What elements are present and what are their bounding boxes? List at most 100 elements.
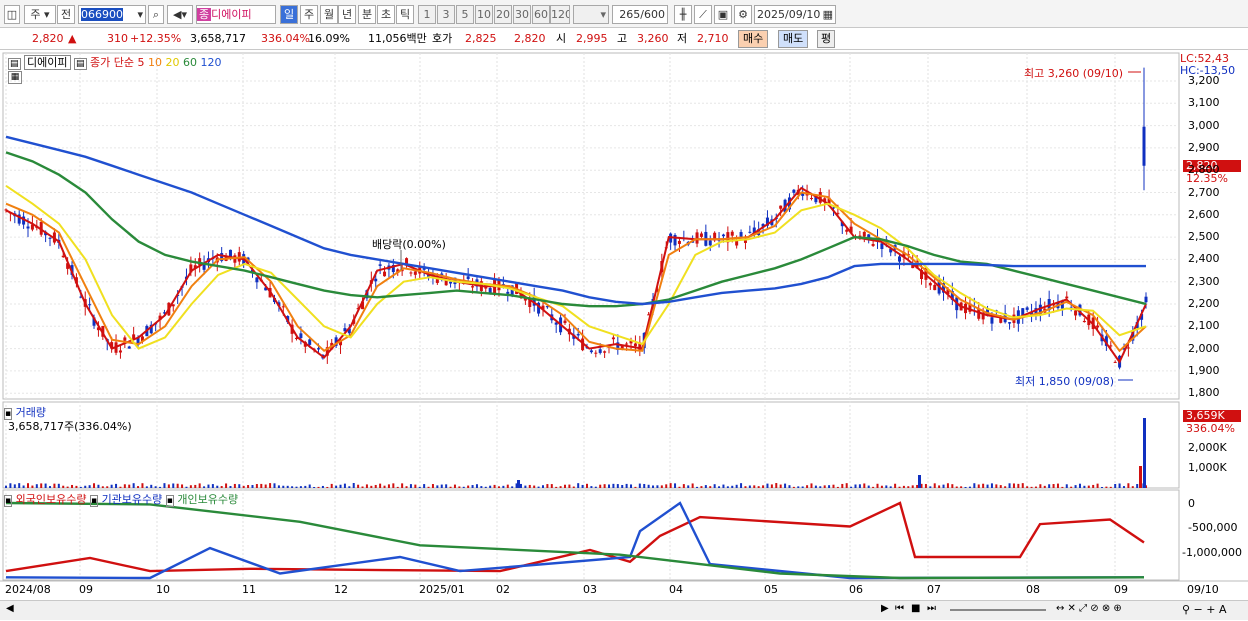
sound-icon[interactable]: ◀▾ [167, 5, 193, 24]
candle-body [726, 232, 730, 243]
volume-bar [211, 484, 214, 488]
candle-type-icon[interactable]: ╫ [674, 5, 692, 24]
interval-60-button[interactable]: 60 [532, 5, 550, 24]
tool-icons[interactable]: ↔ ✕ ⤢ ⊘ ⊗ ⊕ [1056, 603, 1122, 614]
volume-bar [880, 485, 883, 488]
panel-menu-icon[interactable]: ▪ [4, 495, 13, 507]
draw-line-icon[interactable]: ⟋ [694, 5, 712, 24]
interval-10-button[interactable]: 10 [475, 5, 493, 24]
volume-bar [1004, 486, 1007, 488]
candle-body [915, 260, 919, 269]
candle-body [1030, 311, 1034, 316]
y-tick-label: 2,500 [1188, 230, 1220, 244]
fast-forward-icon[interactable]: ⏭ [927, 603, 936, 614]
volume-bar [995, 484, 998, 488]
volume-bar [990, 483, 993, 488]
count-field[interactable]: 265/600 [612, 5, 668, 24]
volume-bar [669, 483, 672, 488]
prev-button[interactable]: 전 [57, 5, 75, 24]
interval-30-button[interactable]: 30 [513, 5, 531, 24]
candle-body [299, 333, 303, 339]
candle-body [83, 299, 87, 307]
date-field[interactable]: 2025/09/10 ▦ [754, 5, 836, 24]
volume-bar [119, 486, 122, 488]
period-tick-button[interactable]: 틱 [396, 5, 414, 24]
panel-menu-icon[interactable]: ▪ [165, 495, 174, 507]
market-select[interactable]: 주 ▾ [24, 5, 56, 24]
volume-bar [189, 485, 192, 488]
volume-bar [1078, 483, 1081, 488]
volume-spike [517, 480, 520, 488]
period-day-button[interactable]: 일 [280, 5, 298, 24]
volume-bar [867, 485, 870, 488]
x-tick-label: 09 [1114, 583, 1128, 596]
interval-5-button[interactable]: 5 [456, 5, 474, 24]
stop-icon[interactable]: ■ [911, 603, 920, 614]
panel-menu-icon[interactable]: ▪ [89, 495, 99, 507]
volume-bar [1065, 484, 1068, 488]
candle-body [259, 279, 263, 282]
candle-body [836, 212, 840, 214]
zoom-slider[interactable] [950, 609, 1046, 611]
candle-body [206, 258, 210, 263]
period-minute-button[interactable]: 분 [358, 5, 376, 24]
zoom-controls[interactable]: ⚲ − + A [1182, 603, 1227, 616]
period-week-button[interactable]: 주 [300, 5, 318, 24]
candle-body [387, 265, 391, 270]
interval-3-button[interactable]: 3 [437, 5, 455, 24]
period-month-button[interactable]: 월 [320, 5, 338, 24]
volume-bar [982, 483, 985, 488]
interval-custom-select[interactable]: ▾ [573, 5, 609, 24]
candle-body [347, 328, 351, 334]
candle-body [123, 337, 127, 341]
candle-body [176, 294, 180, 296]
volume-bar [49, 486, 52, 488]
candle-body [378, 264, 382, 266]
volume-bar [462, 486, 465, 488]
scroll-left-icon[interactable]: ◀ [6, 603, 14, 614]
volume-bar [154, 486, 157, 488]
sell-button[interactable]: 매도 [778, 30, 809, 48]
buy-button[interactable]: 매수 [738, 30, 769, 48]
table-icon[interactable]: ▦ [8, 71, 22, 84]
search-icon[interactable]: ⌕ [148, 5, 164, 24]
settings-icon[interactable]: ⚙ [734, 5, 752, 24]
candle-body [924, 267, 928, 280]
eval-button[interactable]: 평 [817, 30, 836, 48]
volume-bar [603, 484, 606, 488]
volume-bar [291, 486, 294, 488]
candle-body [964, 303, 968, 314]
interval-120-button[interactable]: 120 [550, 5, 570, 24]
candle-body [475, 279, 479, 287]
stock-name-field[interactable]: 종 디에이피 [196, 5, 276, 24]
period-second-button[interactable]: 초 [377, 5, 395, 24]
candle-body [101, 325, 105, 337]
screen-menu-icon[interactable]: ◫ [4, 5, 20, 24]
volume-bar [299, 486, 302, 488]
interval-20-button[interactable]: 20 [494, 5, 512, 24]
rewind-icon[interactable]: ⏮ [895, 603, 904, 614]
save-icon[interactable]: ▣ [714, 5, 732, 24]
candle-body [488, 288, 492, 293]
candle-body [242, 254, 246, 265]
panel-menu-icon[interactable]: ▤ [74, 58, 87, 70]
panel-menu-icon[interactable]: ▤ [8, 58, 21, 70]
scroll-right-icon[interactable]: ▶ [881, 603, 889, 614]
interval-1-button[interactable]: 1 [418, 5, 436, 24]
high-annotation: 최고 3,260 (09/10) [1024, 67, 1124, 80]
volume-bar [832, 484, 835, 488]
y-tick-label: 2,000 [1188, 341, 1220, 355]
period-year-button[interactable]: 년 [338, 5, 356, 24]
stock-code-input[interactable]: 066900 ▾ [78, 5, 146, 24]
price-panel-frame [2, 52, 1180, 400]
price-chart[interactable] [0, 51, 1248, 621]
volume-bar [423, 484, 426, 488]
ma20-label: 20 [165, 56, 180, 69]
candle-body [453, 277, 457, 285]
volume-bar [313, 486, 316, 488]
volume-bar [511, 486, 514, 488]
candle-body [814, 194, 818, 203]
candle-body [246, 257, 250, 263]
volume-bar [414, 484, 417, 488]
volume-bar [480, 486, 483, 488]
